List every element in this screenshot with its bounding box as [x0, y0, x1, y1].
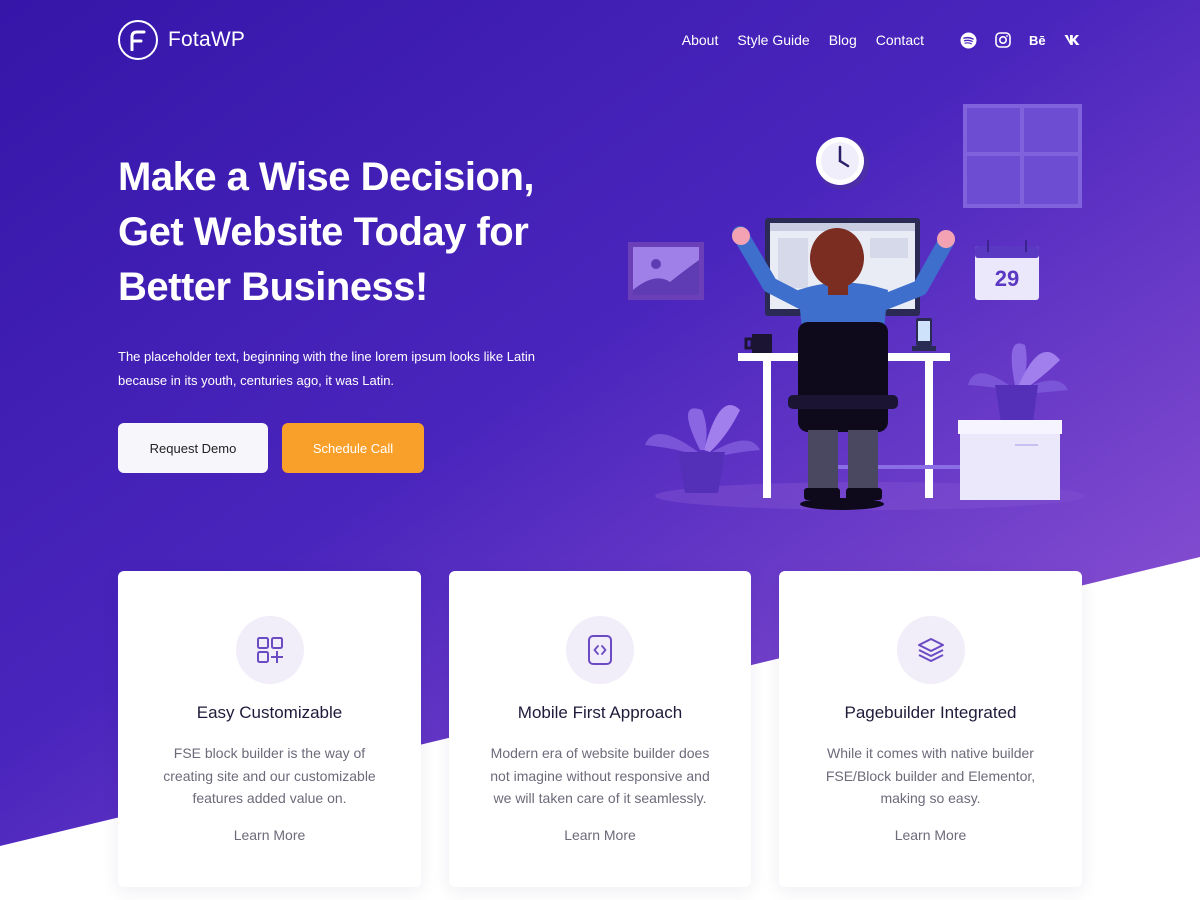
site-name: FotaWP: [168, 28, 246, 51]
layers-icon: [896, 616, 965, 684]
site-logo[interactable]: FotaWP: [118, 20, 245, 60]
cabinet-illustration: [958, 420, 1062, 500]
nav-item-contact[interactable]: Contact: [876, 32, 924, 48]
grid-plus-icon: [235, 616, 304, 684]
hero-title-line-3: Better Business!: [118, 265, 428, 309]
hero-title-line-1: Make a Wise Decision,: [118, 155, 534, 199]
hero-title: Make a Wise Decision, Get Website Today …: [118, 150, 578, 315]
learn-more-link[interactable]: Learn More: [564, 827, 636, 843]
spotify-icon[interactable]: [959, 31, 977, 49]
social-links: Bē: [942, 31, 1082, 49]
calendar-illustration: 29: [975, 240, 1039, 300]
request-demo-button[interactable]: Request Demo: [118, 423, 268, 473]
vk-icon[interactable]: [1064, 31, 1082, 49]
code-file-icon: [566, 616, 634, 684]
feature-title: Easy Customizable: [196, 703, 343, 722]
feature-cards: Easy Customizable FSE block builder is t…: [118, 571, 1082, 887]
nav-item-style-guide[interactable]: Style Guide: [737, 32, 809, 48]
feature-description: Modern era of website builder does not i…: [490, 745, 710, 806]
feature-card: Pagebuilder Integrated While it comes wi…: [779, 571, 1082, 887]
feature-card: Mobile First Approach Modern era of webs…: [449, 571, 751, 887]
svg-text:Bē: Bē: [1029, 33, 1046, 47]
window-illustration: [963, 104, 1082, 208]
site-header: FotaWP About Style Guide Blog Contact Bē: [118, 18, 1082, 62]
main-nav: About Style Guide Blog Contact Bē: [663, 31, 1082, 49]
feature-title: Pagebuilder Integrated: [844, 703, 1017, 722]
learn-more-link[interactable]: Learn More: [895, 827, 967, 843]
instagram-icon[interactable]: [994, 31, 1012, 49]
left-plant-illustration: [645, 405, 760, 493]
hero-content: Make a Wise Decision, Get Website Today …: [118, 150, 578, 473]
schedule-call-button[interactable]: Schedule Call: [282, 423, 424, 473]
hero-description: The placeholder text, beginning with the…: [118, 349, 535, 388]
picture-frame-illustration: [628, 242, 704, 300]
hero-title-line-2: Get Website Today for: [118, 210, 529, 254]
right-plant-illustration: [968, 343, 1068, 422]
learn-more-link[interactable]: Learn More: [234, 827, 306, 843]
hero-buttons: Request Demo Schedule Call: [118, 423, 578, 473]
hero-illustration: 29: [628, 104, 1085, 510]
logo-mark-icon: [118, 20, 158, 60]
feature-title: Mobile First Approach: [517, 703, 683, 722]
behance-icon[interactable]: Bē: [1029, 31, 1047, 49]
feature-description: While it comes with native builder FSE/B…: [825, 745, 1036, 806]
clock-illustration: [816, 137, 869, 190]
feature-description: FSE block builder is the way of creating…: [163, 745, 376, 806]
calendar-day: 29: [995, 266, 1019, 291]
nav-item-about[interactable]: About: [682, 32, 719, 48]
feature-card: Easy Customizable FSE block builder is t…: [118, 571, 421, 887]
nav-item-blog[interactable]: Blog: [829, 32, 857, 48]
